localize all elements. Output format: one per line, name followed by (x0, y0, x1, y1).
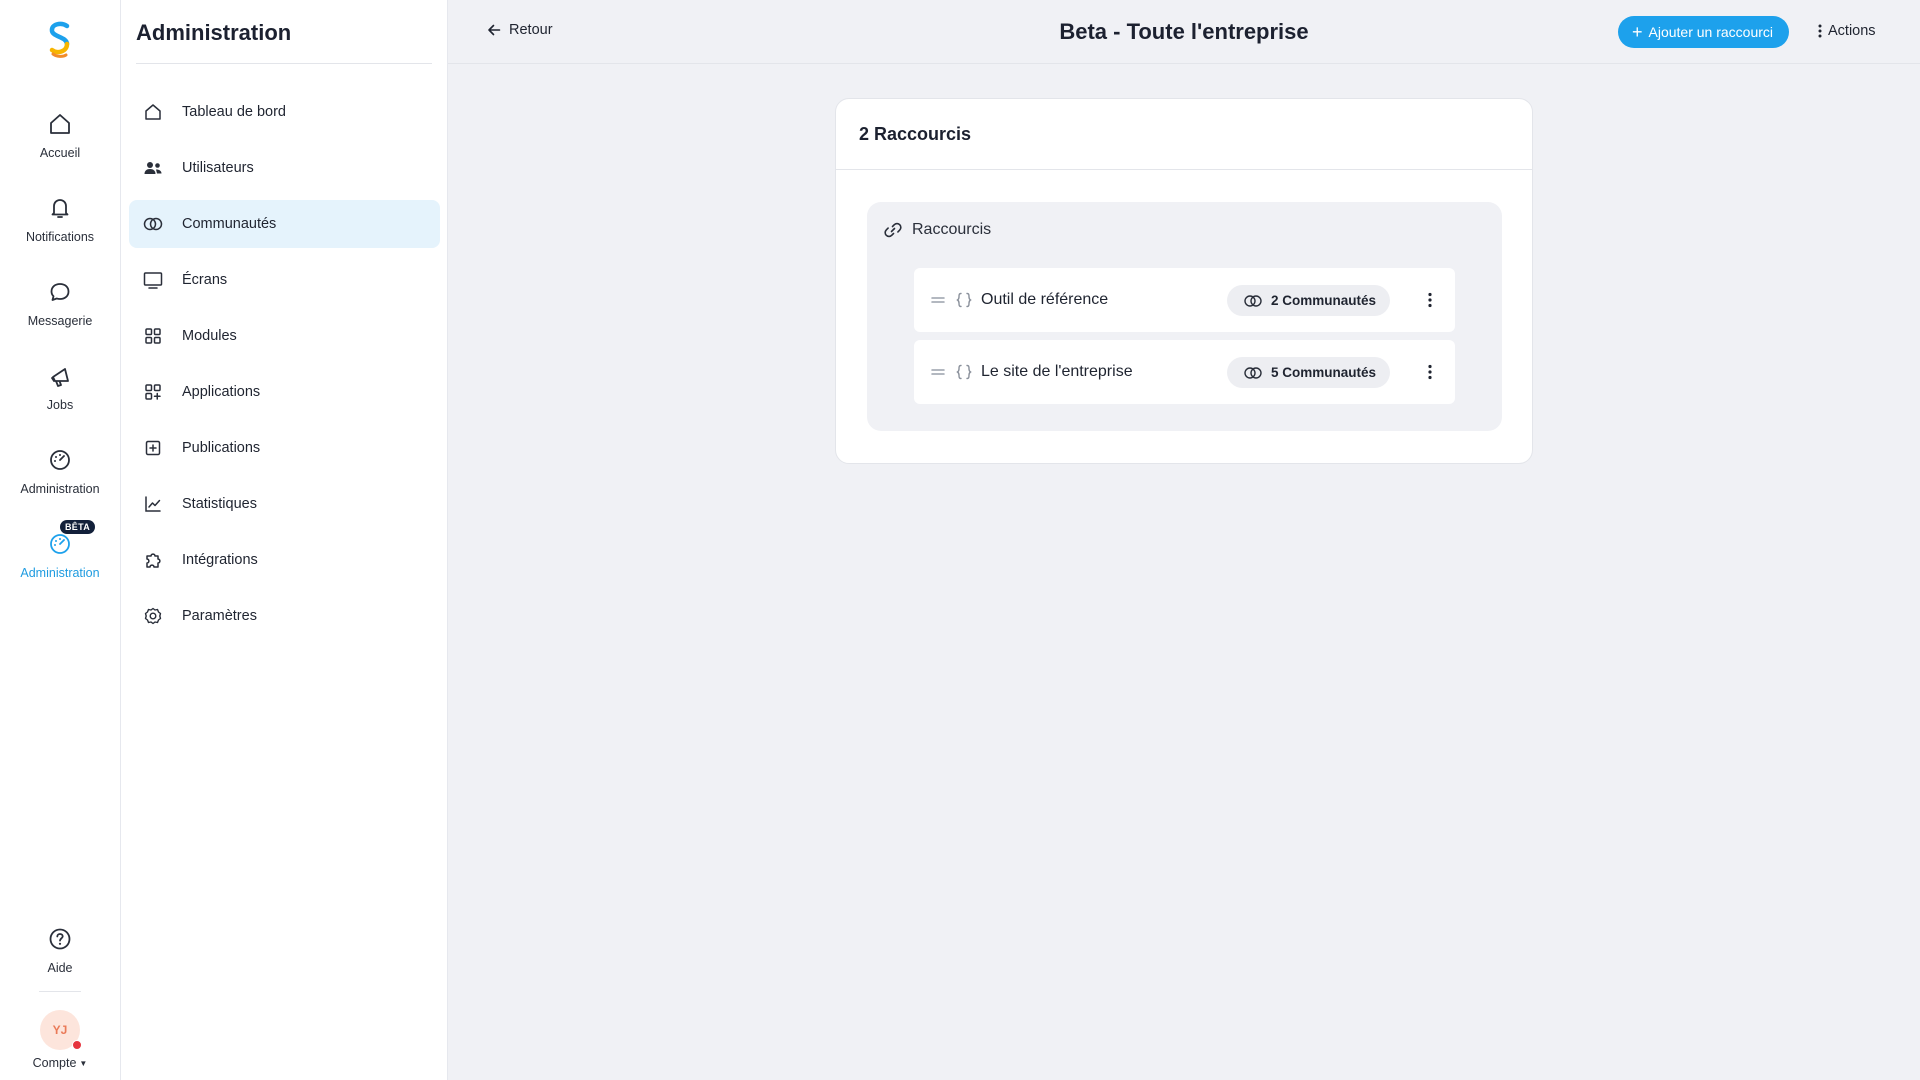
sidebar-item-label: Applications (182, 384, 261, 400)
rail-item-home[interactable]: Accueil (0, 111, 120, 181)
rail-item-label: Messagerie (27, 314, 93, 328)
rail-item-administration-beta[interactable]: BÊTA Administration (0, 520, 120, 601)
sidebar-item-label: Communautés (182, 216, 277, 232)
shortcut-name[interactable]: Le site de l'entreprise (981, 363, 1133, 381)
vertical-dots-icon (1818, 24, 1822, 38)
sidebar-item-label: Intégrations (182, 552, 258, 568)
card-divider (836, 169, 1532, 170)
sidebar-item-modules[interactable]: Modules (129, 312, 440, 360)
sidebar-divider (136, 63, 432, 64)
sidebar-item-label: Publications (182, 440, 261, 456)
more-options-icon[interactable] (1420, 290, 1440, 310)
gauge-icon (50, 450, 70, 470)
sidebar-item-applications[interactable]: Applications (129, 368, 440, 416)
status-dot (72, 1040, 82, 1050)
back-button[interactable]: Retour (486, 22, 553, 38)
admin-sidebar: Administration Tableau de bord Utilisate… (121, 0, 448, 1080)
group-header: Raccourcis (883, 220, 991, 240)
communities-icon (1244, 294, 1262, 307)
link-icon (884, 222, 902, 238)
sidebar-item-label: Tableau de bord (182, 104, 286, 120)
shortcuts-card: 2 Raccourcis Raccourcis Outil de référen… (835, 98, 1533, 464)
caret-down-icon: ▼ (79, 1059, 88, 1069)
sidebar-item-label: Statistiques (182, 496, 257, 512)
sidebar-item-label: Paramètres (182, 608, 257, 624)
sidebar-title: Administration (136, 20, 292, 45)
sidebar-item-screens[interactable]: Écrans (129, 256, 440, 304)
gear-icon (144, 607, 162, 625)
app-logo[interactable] (43, 20, 77, 60)
rail-item-label: Notifications (25, 230, 95, 244)
monitor-icon (143, 272, 163, 289)
rail-item-label: Administration (20, 482, 100, 496)
rail-item-label: Administration (20, 566, 100, 580)
sidebar-item-label: Utilisateurs (182, 160, 254, 176)
add-shortcut-label: Ajouter un raccourci (1648, 24, 1774, 40)
rail-item-label: Jobs (46, 398, 74, 412)
sidebar-item-statistics[interactable]: Statistiques (129, 480, 440, 528)
back-label: Retour (509, 22, 553, 38)
rail-item-administration[interactable]: Administration (0, 447, 120, 517)
sidebar-item-publications[interactable]: Publications (129, 424, 440, 472)
rail-item-help[interactable]: Aide (0, 926, 120, 996)
page-header: Retour Beta - Toute l'entreprise + Ajout… (448, 0, 1920, 64)
account-menu[interactable]: Compte ▼ (0, 1056, 120, 1070)
sidebar-item-settings[interactable]: Paramètres (129, 592, 440, 640)
sidebar-item-communities[interactable]: Communautés (129, 200, 440, 248)
more-options-icon[interactable] (1420, 362, 1440, 382)
sidebar-item-integrations[interactable]: Intégrations (129, 536, 440, 584)
shortcuts-group: Raccourcis Outil de référence 2 Communau… (867, 202, 1502, 431)
gauge-icon (50, 534, 70, 554)
communities-chip[interactable]: 5 Communautés (1227, 357, 1390, 388)
rail-icon-wrap: BÊTA (47, 520, 96, 557)
help-circle-icon (49, 928, 71, 950)
plus-square-icon (145, 440, 161, 456)
home-icon (50, 114, 70, 134)
rail-item-label: Accueil (39, 146, 81, 160)
shortcut-row[interactable]: Le site de l'entreprise 5 Communautés (914, 340, 1455, 404)
rail-item-notifications[interactable]: Notifications (0, 195, 120, 265)
users-icon (144, 162, 162, 174)
bell-icon (51, 199, 69, 218)
sidebar-item-label: Écrans (182, 272, 228, 288)
card-title: 2 Raccourcis (859, 124, 972, 144)
shortcut-name[interactable]: Outil de référence (981, 291, 1108, 309)
add-shortcut-button[interactable]: + Ajouter un raccourci (1618, 16, 1790, 48)
actions-label: Actions (1828, 23, 1876, 39)
sidebar-item-label: Modules (182, 328, 237, 344)
account-label: Compte (32, 1056, 77, 1070)
actions-menu-button[interactable]: Actions (1818, 23, 1876, 39)
drag-handle-icon[interactable] (930, 292, 946, 308)
line-chart-icon (145, 496, 161, 512)
rail-item-label: Aide (47, 961, 73, 975)
apps-add-icon (145, 384, 161, 400)
rail-item-jobs[interactable]: Jobs (0, 363, 120, 433)
home-icon (145, 104, 161, 120)
code-braces-icon (956, 292, 972, 308)
puzzle-icon (146, 553, 161, 568)
sidebar-item-dashboard[interactable]: Tableau de bord (129, 88, 440, 136)
sidebar-item-users[interactable]: Utilisateurs (129, 144, 440, 192)
main-rail: Accueil Notifications Messagerie Jobs Ad… (0, 0, 121, 1080)
plus-icon: + (1632, 22, 1643, 42)
chat-bubble-icon (50, 283, 70, 301)
rail-divider (39, 991, 81, 992)
arrow-left-icon (488, 24, 501, 36)
beta-badge: BÊTA (60, 520, 96, 534)
megaphone-icon (51, 368, 69, 387)
shortcut-row[interactable]: Outil de référence 2 Communautés (914, 268, 1455, 332)
rail-item-messaging[interactable]: Messagerie (0, 279, 120, 349)
communities-chip[interactable]: 2 Communautés (1227, 285, 1390, 316)
group-title: Raccourcis (912, 221, 992, 238)
code-braces-icon (956, 364, 972, 380)
communities-icon (143, 217, 163, 231)
grid-icon (145, 328, 161, 344)
communities-count: 2 Communautés (1271, 293, 1377, 308)
communities-icon (1244, 366, 1262, 379)
drag-handle-icon[interactable] (930, 364, 946, 380)
app-root: Accueil Notifications Messagerie Jobs Ad… (0, 0, 1920, 1080)
communities-count: 5 Communautés (1271, 365, 1377, 380)
